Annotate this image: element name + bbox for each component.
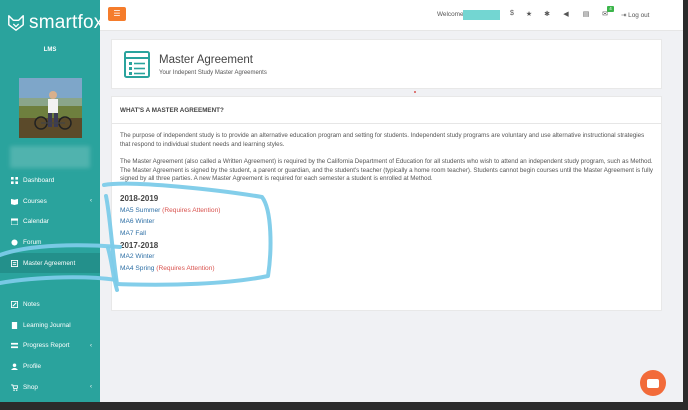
description-paragraph: The Master Agreement (also called a Writ… [120, 158, 653, 182]
chevron-left-icon: ‹ [90, 197, 92, 204]
logout-label: Log out [628, 12, 650, 19]
user-name-highlight [463, 10, 500, 20]
sidebar-nav: Dashboard Courses ‹ Calendar Forum Maste… [0, 170, 100, 398]
chat-widget-button[interactable] [640, 370, 666, 396]
sidebar: smartfox LMS Dashboard Courses ‹ Calenda… [0, 0, 103, 402]
agreement-document-icon [124, 51, 150, 78]
card-heading: WHAT'S A MASTER AGREEMENT? [112, 97, 661, 124]
avatar [19, 78, 82, 138]
dashboard-icon [10, 176, 18, 184]
sidebar-item-learning-journal[interactable]: Learning Journal [0, 315, 100, 336]
brand-name: smartfox [29, 12, 104, 33]
sidebar-item-label: Calendar [23, 218, 49, 226]
sidebar-item-label: Notes [23, 300, 40, 308]
book-icon [10, 197, 18, 205]
sidebar-item-profile[interactable]: Profile [0, 356, 100, 377]
megaphone-icon[interactable]: ◀ [561, 10, 571, 18]
year-heading: 2017-2018 [120, 241, 159, 250]
page-subtitle: Your Indepent Study Master Agreements [159, 70, 267, 76]
sidebar-item-label: Learning Journal [23, 321, 71, 329]
star-icon[interactable]: ★ [524, 10, 534, 18]
logout-link[interactable]: ⇥ Log out [621, 11, 649, 19]
agreement-link[interactable]: MA5 Summer (Requires Attention) [120, 207, 220, 214]
agreement-link[interactable]: MA2 Winter [120, 253, 154, 260]
sidebar-item-label: Profile [23, 363, 42, 371]
cart-icon [10, 383, 18, 391]
hamburger-icon: ☰ [113, 9, 121, 18]
sidebar-item-label: Progress Report [23, 342, 70, 350]
sidebar-item-label: Shop [23, 383, 38, 391]
sidebar-item-label: Courses [23, 197, 47, 205]
agreement-link[interactable]: MA6 Winter [120, 218, 154, 225]
avatar-photo [19, 78, 82, 138]
sidebar-item-progress-report[interactable]: Progress Report ‹ [0, 336, 100, 357]
sidebar-item-calendar[interactable]: Calendar [0, 211, 100, 232]
notes-icon [10, 300, 18, 308]
notification-badge: 4 [607, 6, 614, 12]
agreement-link[interactable]: MA4 Spring (Requires Attention) [120, 265, 215, 272]
report-icon [10, 342, 18, 350]
user-icon [10, 363, 18, 371]
book-icon[interactable]: ▤ [581, 10, 591, 18]
page-header-card: Master Agreement Your Indepent Study Mas… [111, 39, 662, 89]
menu-toggle-button[interactable]: ☰ [108, 7, 126, 21]
sidebar-item-forum[interactable]: Forum [0, 232, 100, 253]
sidebar-item-dashboard[interactable]: Dashboard [0, 170, 100, 191]
globe-icon [10, 238, 18, 246]
journal-icon [10, 321, 18, 329]
welcome-text: Welcome [437, 11, 464, 18]
year-heading: 2018-2019 [120, 194, 159, 203]
status-badge: (Requires Attention) [162, 207, 221, 214]
sidebar-item-label: Master Agreement [23, 259, 76, 267]
agreement-label: MA5 Summer [120, 207, 161, 214]
intro-paragraph: The purpose of independent study is to p… [120, 132, 645, 148]
brand-logo[interactable]: smartfox [7, 12, 103, 34]
sidebar-item-hidden[interactable] [0, 273, 100, 294]
user-role: LMS [43, 47, 57, 53]
agreement-link[interactable]: MA7 Fall [120, 230, 146, 237]
chevron-left-icon: ‹ [90, 383, 92, 390]
status-badge: (Requires Attention) [156, 265, 215, 272]
agreement-label: MA4 Spring [120, 265, 155, 272]
user-name-redacted [10, 146, 90, 168]
document-icon [10, 259, 18, 267]
indicator-dot [414, 91, 416, 93]
sidebar-item-label: Forum [23, 238, 42, 246]
sidebar-item-shop[interactable]: Shop ‹ [0, 377, 100, 398]
chat-bubble-icon [647, 378, 659, 388]
chevron-left-icon: ‹ [90, 342, 92, 349]
agreement-label: MA7 Fall [120, 230, 147, 237]
master-agreement-card: WHAT'S A MASTER AGREEMENT? The purpose o… [111, 96, 662, 311]
page-title: Master Agreement [159, 54, 253, 66]
bug-icon[interactable]: ✱ [542, 10, 552, 18]
app-window: smartfox LMS Dashboard Courses ‹ Calenda… [0, 0, 683, 402]
agreement-label: MA2 Winter [120, 253, 155, 260]
calendar-icon [10, 218, 18, 226]
agreement-label: MA6 Winter [120, 218, 155, 225]
sidebar-item-courses[interactable]: Courses ‹ [0, 191, 100, 212]
sidebar-item-label: Dashboard [23, 176, 55, 184]
fox-logo-icon [8, 15, 24, 31]
sidebar-item-master-agreement[interactable]: Master Agreement [0, 252, 100, 274]
top-bar: ☰ Welcome $ ★ ✱ ◀ ▤ ✉ 4 ⇥ Log out [100, 0, 683, 31]
sidebar-item-notes[interactable]: Notes [0, 294, 100, 315]
dollar-icon[interactable]: $ [507, 10, 517, 17]
